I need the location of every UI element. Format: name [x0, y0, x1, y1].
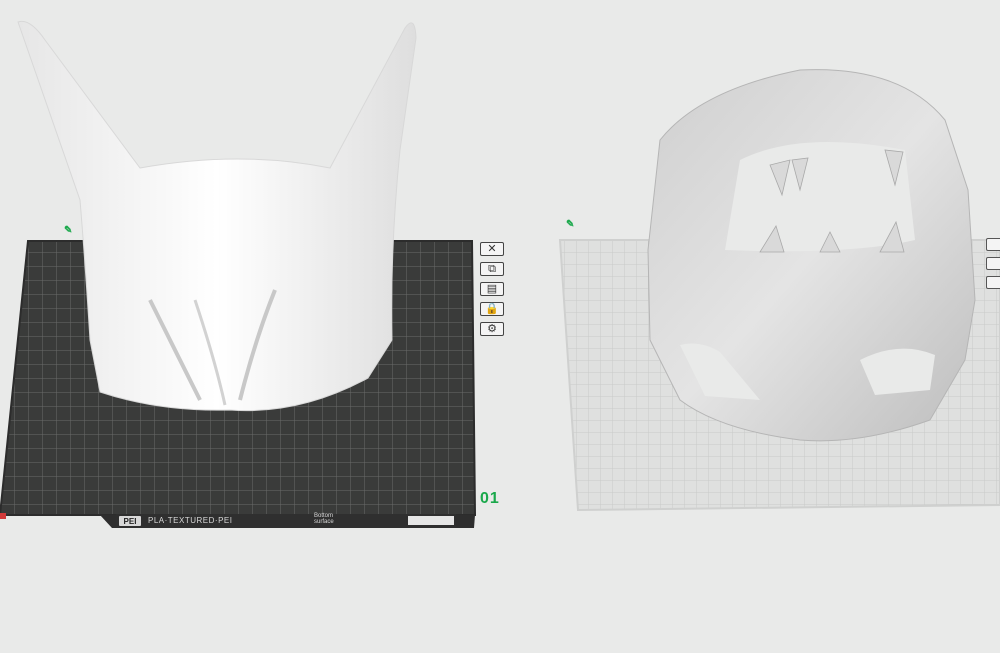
plate-number: 01	[480, 490, 500, 507]
pencil-icon[interactable]: ✎	[566, 219, 574, 230]
plate-type-badge: PEI	[119, 516, 141, 526]
origin-marker	[0, 513, 6, 519]
close-icon[interactable]: ✕	[480, 242, 504, 256]
arrange-icon[interactable]	[986, 276, 1000, 289]
plate-1-toolbar: ✕ ⧉ ▤ 🔒 ⚙	[480, 242, 506, 336]
plate-2-toolbar	[986, 238, 1000, 289]
pencil-icon[interactable]: ✎	[64, 225, 72, 236]
3d-viewport[interactable]: PEI PLA·TEXTURED·PEI Bottom surface ✕ ⧉ …	[0, 0, 1000, 653]
model-jaw-mask[interactable]	[647, 69, 976, 442]
close-icon[interactable]	[986, 238, 1000, 251]
lock-icon[interactable]: 🔒	[480, 302, 504, 316]
plate-name-label: PLA·TEXTURED·PEI	[148, 516, 233, 525]
plate-name-field[interactable]	[408, 516, 454, 525]
settings-icon[interactable]: ⚙	[480, 322, 504, 336]
plate-surface-label: Bottom surface	[314, 513, 334, 525]
auto-orient-icon[interactable]: ⧉	[480, 262, 504, 276]
auto-orient-icon[interactable]	[986, 257, 1000, 270]
arrange-icon[interactable]: ▤	[480, 282, 504, 296]
